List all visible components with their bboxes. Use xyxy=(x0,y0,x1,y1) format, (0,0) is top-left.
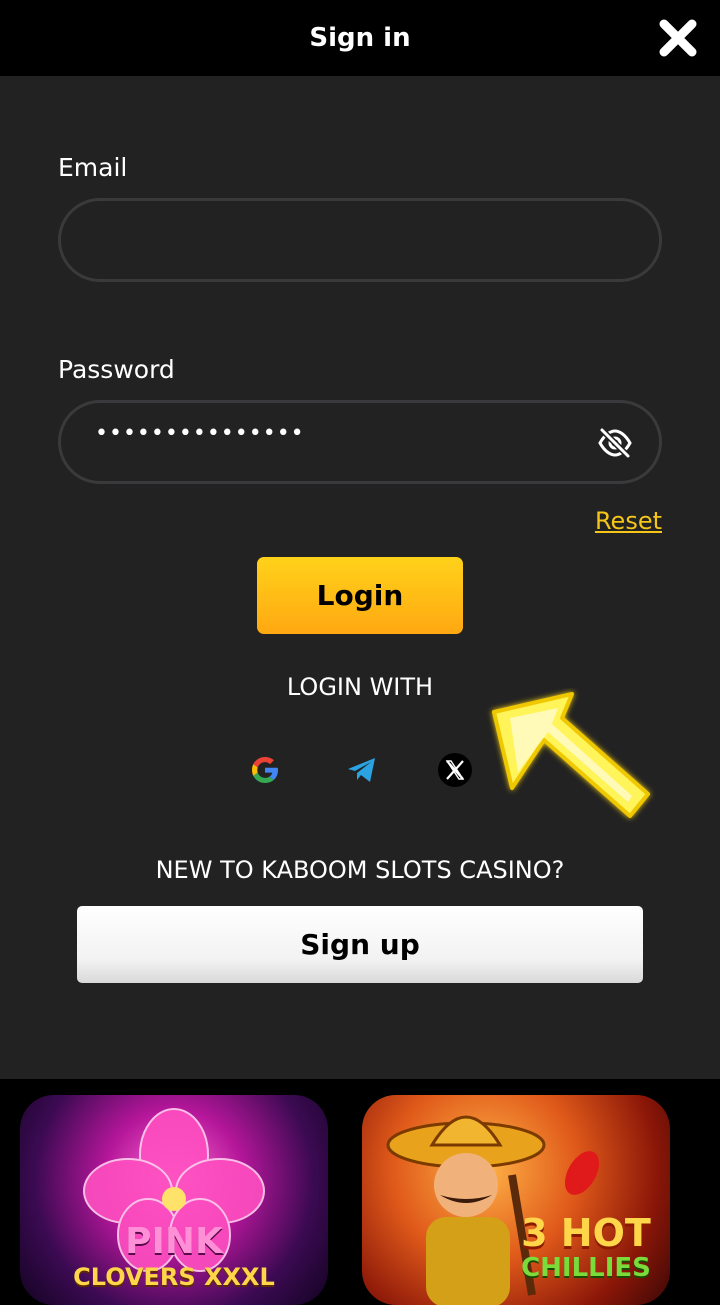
eye-slash-icon[interactable] xyxy=(597,427,633,459)
password-value: ••••••••••••••• xyxy=(95,421,305,446)
reset-link[interactable]: Reset xyxy=(595,507,662,535)
games-strip: PINK CLOVERS XXXL 3 HOT CHILLIES xyxy=(0,1079,720,1305)
game-title-line2: CLOVERS XXXL xyxy=(73,1263,275,1291)
telegram-icon[interactable] xyxy=(344,752,380,788)
game-title-line1: 3 HOT xyxy=(521,1211,651,1255)
email-field[interactable] xyxy=(58,198,662,282)
sign-up-button[interactable]: Sign up xyxy=(77,906,643,983)
game-tile-3-hot-chillies[interactable]: 3 HOT CHILLIES xyxy=(362,1095,670,1305)
x-icon[interactable] xyxy=(437,752,473,788)
sign-in-panel: Email Password ••••••••••••••• Reset Log… xyxy=(0,76,720,1079)
game-tile-pink-clovers[interactable]: PINK CLOVERS XXXL xyxy=(20,1095,328,1305)
close-icon xyxy=(659,19,697,57)
password-label: Password xyxy=(58,355,175,384)
arrow-pointer-icon xyxy=(492,692,650,818)
header: Sign in xyxy=(0,0,720,76)
page-title: Sign in xyxy=(309,23,411,53)
login-with-label: LOGIN WITH xyxy=(286,673,434,701)
game-title-line1: PINK xyxy=(125,1221,223,1262)
new-user-prompt: NEW TO KABOOM SLOTS CASINO? xyxy=(155,856,565,884)
google-icon[interactable] xyxy=(247,752,283,788)
close-button[interactable] xyxy=(658,18,698,58)
password-field[interactable]: ••••••••••••••• xyxy=(58,400,662,484)
login-button[interactable]: Login xyxy=(257,557,463,634)
email-label: Email xyxy=(58,153,128,182)
game-title-line2: CHILLIES xyxy=(521,1253,651,1283)
